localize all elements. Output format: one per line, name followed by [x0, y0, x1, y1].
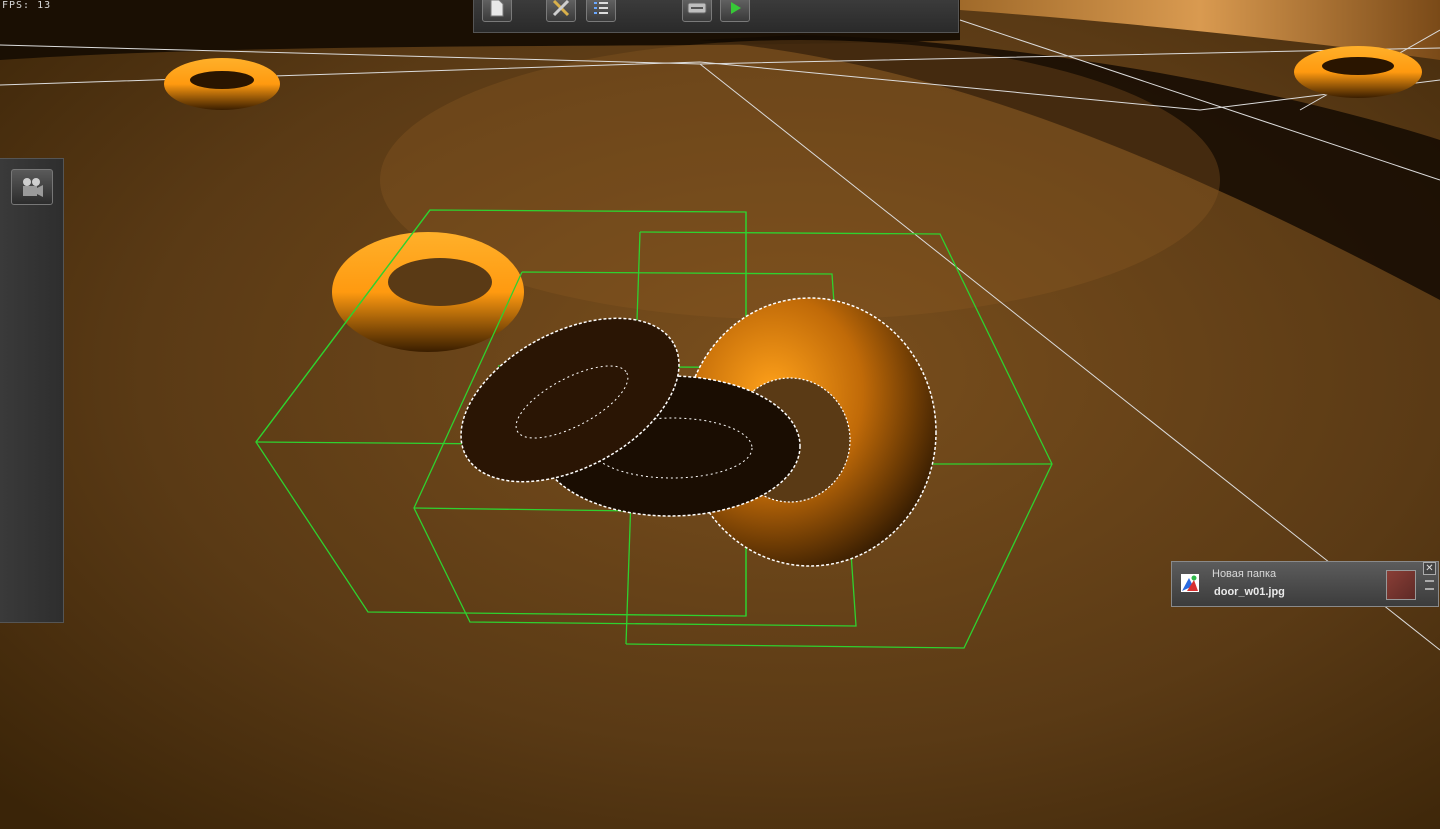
image-file-icon	[1181, 574, 1199, 592]
tools-button[interactable]	[546, 0, 576, 22]
network-button[interactable]	[682, 0, 712, 22]
3d-viewport[interactable]: FPS: 13 Новая папка door_w01.jpg ✕	[0, 0, 1440, 829]
list-button[interactable]	[586, 0, 616, 22]
tooltip-menu-icon[interactable]	[1425, 580, 1434, 590]
document-icon	[490, 0, 504, 17]
new-document-button[interactable]	[482, 0, 512, 22]
fps-counter: FPS: 13	[2, 0, 51, 11]
file-thumbnail	[1386, 570, 1416, 600]
folder-name: Новая папка	[1212, 568, 1277, 580]
file-tooltip: Новая папка door_w01.jpg ✕	[1171, 561, 1439, 607]
torus-small-left	[164, 58, 280, 110]
play-button[interactable]	[720, 0, 750, 22]
torus-small-right	[1294, 46, 1422, 98]
scene-render[interactable]	[0, 0, 1440, 829]
torus-floating	[332, 232, 524, 352]
tools-icon	[552, 0, 570, 17]
file-name: door_w01.jpg	[1214, 586, 1285, 598]
left-side-panel	[0, 158, 64, 623]
close-tooltip-button[interactable]: ✕	[1423, 562, 1436, 575]
fps-value: 13	[37, 0, 52, 11]
camera-button[interactable]	[11, 169, 53, 205]
top-toolbar	[473, 0, 959, 33]
network-icon	[687, 2, 707, 14]
list-icon	[594, 2, 608, 14]
fps-label: FPS:	[2, 0, 31, 11]
play-icon	[731, 2, 741, 14]
camera-icon	[23, 178, 43, 197]
